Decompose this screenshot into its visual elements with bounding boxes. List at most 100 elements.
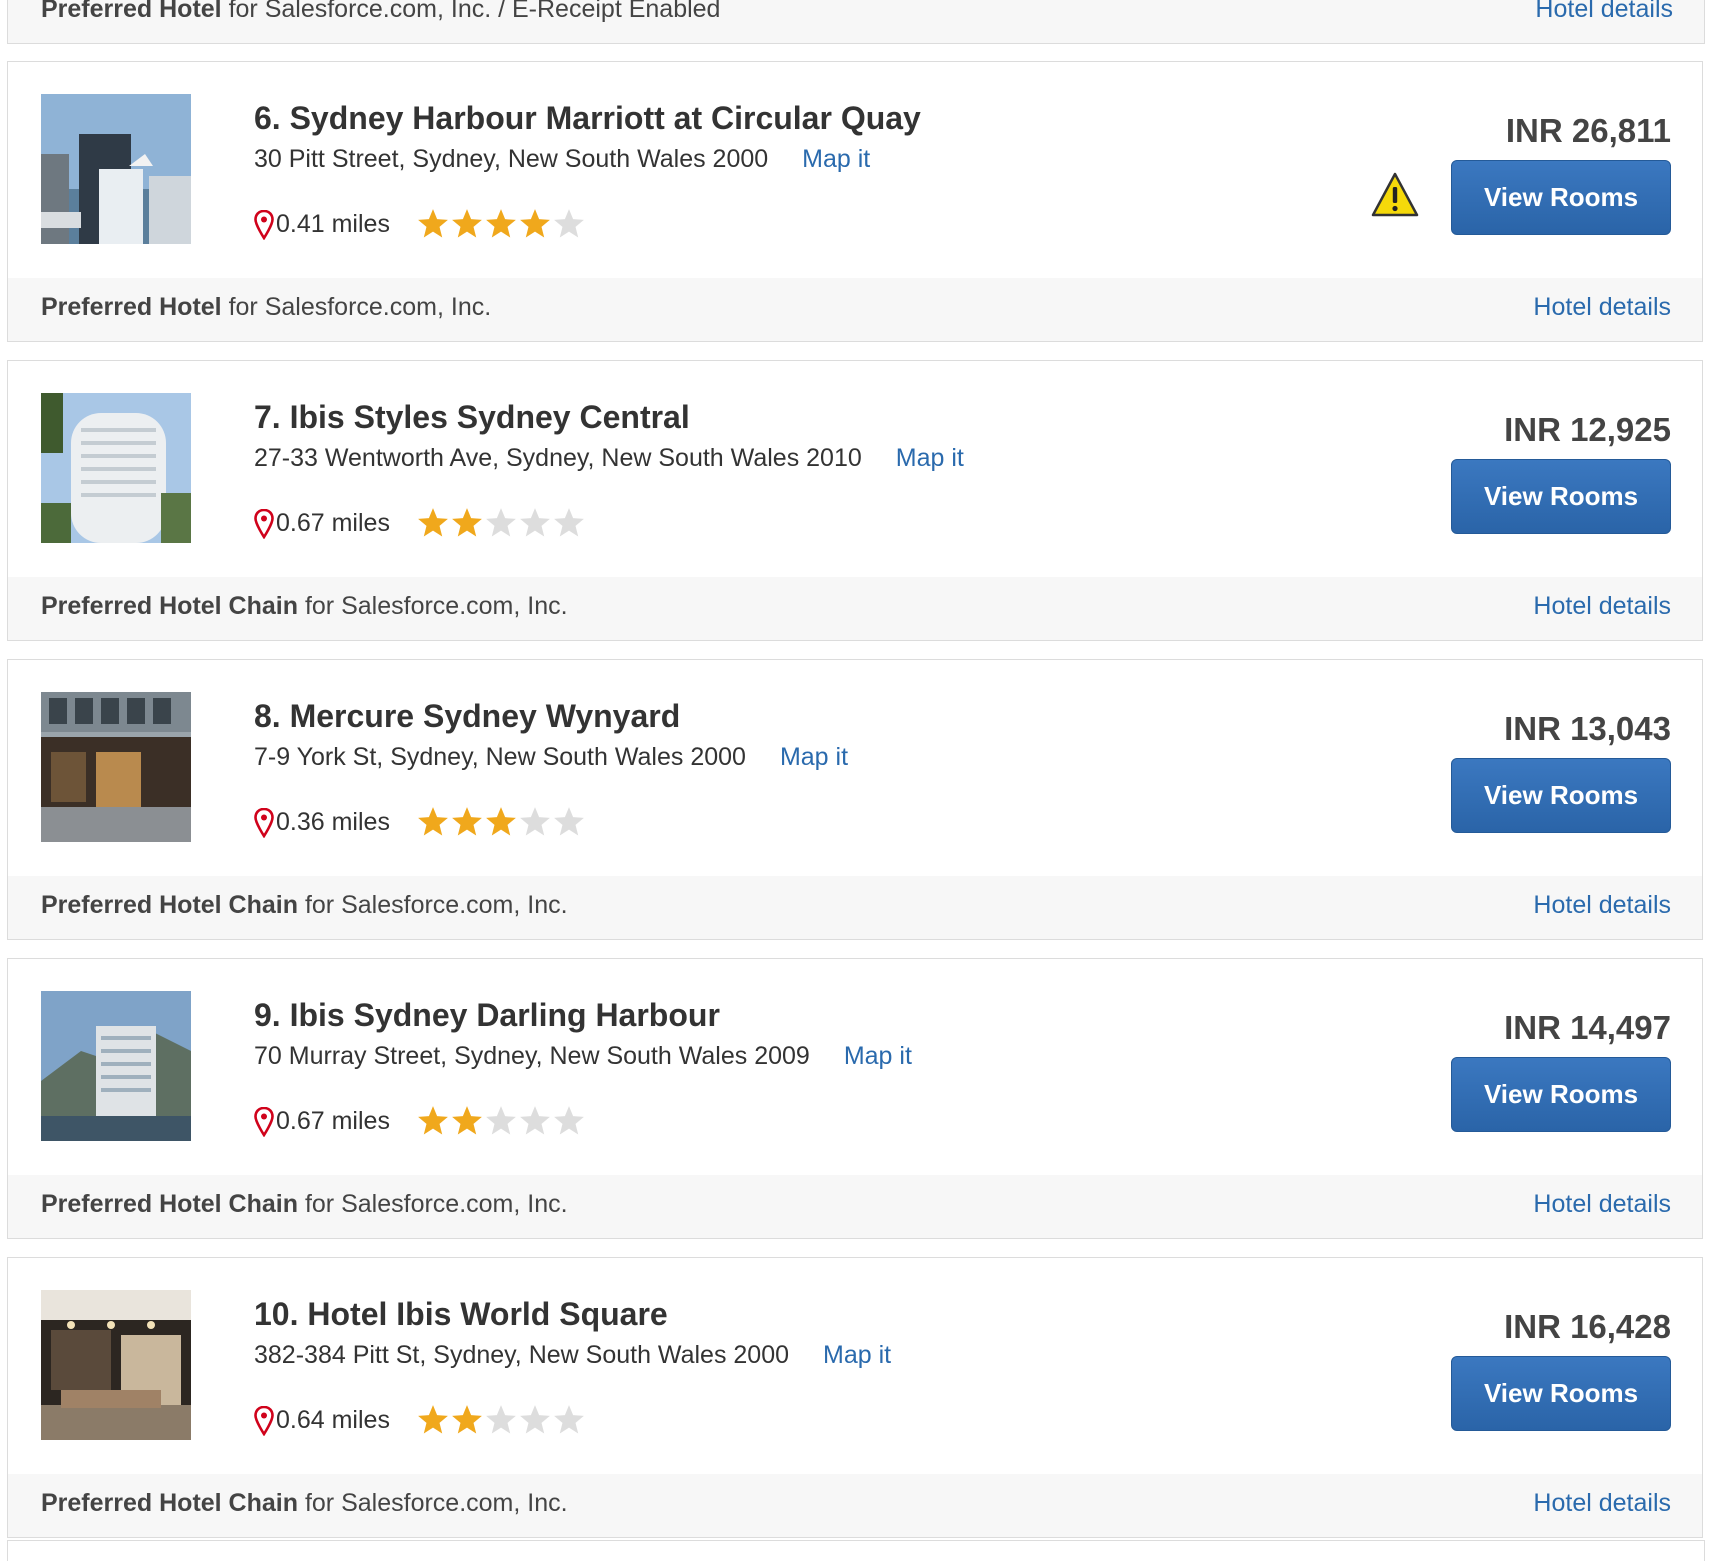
warning-icon[interactable]	[1370, 171, 1420, 219]
hotel-details-link[interactable]: Hotel details	[1533, 293, 1671, 322]
hotel-thumbnail[interactable]	[41, 1290, 191, 1440]
view-rooms-button[interactable]: View Rooms	[1451, 1057, 1671, 1132]
hotel-address-row: 30 Pitt Street, Sydney, New South Wales …	[254, 145, 870, 174]
map-pin-icon	[254, 1406, 274, 1436]
hotel-card-next	[7, 1540, 1705, 1561]
hotel-address-row: 7-9 York St, Sydney, New South Wales 200…	[254, 743, 848, 772]
hotel-thumbnail[interactable]	[41, 991, 191, 1141]
star-icon	[554, 1106, 584, 1135]
hotel-details-link[interactable]: Hotel details	[1535, 0, 1673, 24]
hotel-card-footer: Preferred Hotel Chain for Salesforce.com…	[8, 577, 1702, 640]
star-icon	[418, 209, 448, 238]
hotel-thumbnail[interactable]	[41, 692, 191, 842]
star-icon	[418, 1405, 448, 1434]
hotel-distance: 0.67 miles	[276, 508, 390, 537]
star-rating	[416, 506, 586, 540]
hotel-card: 6. Sydney Harbour Marriott at Circular Q…	[7, 61, 1703, 342]
hotel-price: INR 26,811	[1505, 112, 1671, 149]
hotel-address: 382-384 Pitt St, Sydney, New South Wales…	[254, 1341, 790, 1369]
hotel-card-footer: Preferred Hotel for Salesforce.com, Inc.…	[7, 0, 1705, 44]
star-icon	[520, 1405, 550, 1434]
hotel-details-link[interactable]: Hotel details	[1533, 891, 1671, 920]
hotel-address: 27-33 Wentworth Ave, Sydney, New South W…	[254, 444, 862, 472]
star-icon	[520, 209, 550, 238]
hotel-card-footer: Preferred Hotel Chain for Salesforce.com…	[8, 876, 1702, 939]
map-it-link[interactable]: Map it	[844, 1042, 912, 1070]
hotel-details-link[interactable]: Hotel details	[1533, 592, 1671, 621]
star-icon	[418, 508, 448, 537]
hotel-card: 7. Ibis Styles Sydney Central 27-33 Went…	[7, 360, 1703, 641]
map-it-link[interactable]: Map it	[896, 444, 964, 472]
map-pin-icon	[254, 808, 274, 838]
hotel-distance: 0.64 miles	[276, 1405, 390, 1434]
hotel-card-footer: Preferred Hotel for Salesforce.com, Inc.…	[8, 278, 1702, 341]
hotel-name[interactable]: 10. Hotel Ibis World Square	[254, 1296, 668, 1333]
hotel-details-link[interactable]: Hotel details	[1533, 1489, 1671, 1518]
star-icon	[452, 807, 482, 836]
hotel-card: 10. Hotel Ibis World Square 382-384 Pitt…	[7, 1257, 1703, 1538]
hotel-distance: 0.67 miles	[276, 1106, 390, 1135]
hotel-distance-row: 0.36 miles	[254, 800, 586, 844]
view-rooms-button[interactable]: View Rooms	[1451, 160, 1671, 235]
star-icon	[486, 807, 516, 836]
hotel-details-link[interactable]: Hotel details	[1533, 1190, 1671, 1219]
star-icon	[486, 508, 516, 537]
view-rooms-button[interactable]: View Rooms	[1451, 459, 1671, 534]
hotel-photo	[41, 692, 191, 842]
star-icon	[486, 209, 516, 238]
map-it-link[interactable]: Map it	[823, 1341, 891, 1369]
view-rooms-button[interactable]: View Rooms	[1451, 758, 1671, 833]
hotel-name[interactable]: 6. Sydney Harbour Marriott at Circular Q…	[254, 100, 921, 137]
hotel-distance: 0.41 miles	[276, 209, 390, 238]
hotel-address: 7-9 York St, Sydney, New South Wales 200…	[254, 743, 746, 771]
star-icon	[520, 508, 550, 537]
map-pin-icon	[254, 210, 274, 240]
star-rating	[416, 1403, 586, 1437]
star-rating	[416, 1104, 586, 1138]
hotel-address-row: 27-33 Wentworth Ave, Sydney, New South W…	[254, 444, 964, 473]
preferred-label: Preferred Hotel Chain for Salesforce.com…	[41, 592, 568, 620]
hotel-distance-row: 0.67 miles	[254, 501, 586, 545]
star-icon	[418, 1106, 448, 1135]
map-pin-icon	[254, 509, 274, 539]
hotel-distance-row: 0.67 miles	[254, 1099, 586, 1143]
star-icon	[520, 807, 550, 836]
star-icon	[520, 1106, 550, 1135]
hotel-card-footer: Preferred Hotel Chain for Salesforce.com…	[8, 1474, 1702, 1537]
hotel-name[interactable]: 9. Ibis Sydney Darling Harbour	[254, 997, 720, 1034]
star-icon	[554, 508, 584, 537]
hotel-address-row: 70 Murray Street, Sydney, New South Wale…	[254, 1042, 912, 1071]
hotel-address-row: 382-384 Pitt St, Sydney, New South Wales…	[254, 1341, 891, 1370]
hotel-card-footer: Preferred Hotel Chain for Salesforce.com…	[8, 1175, 1702, 1238]
star-icon	[554, 209, 584, 238]
map-it-link[interactable]: Map it	[780, 743, 848, 771]
preferred-label: Preferred Hotel for Salesforce.com, Inc.…	[41, 0, 721, 23]
hotel-card: 9. Ibis Sydney Darling Harbour 70 Murray…	[7, 958, 1703, 1239]
hotel-name[interactable]: 8. Mercure Sydney Wynyard	[254, 698, 680, 735]
hotel-name[interactable]: 7. Ibis Styles Sydney Central	[254, 399, 690, 436]
star-icon	[452, 209, 482, 238]
preferred-label: Preferred Hotel for Salesforce.com, Inc.	[41, 293, 492, 321]
hotel-address: 30 Pitt Street, Sydney, New South Wales …	[254, 145, 769, 173]
hotel-photo	[41, 1290, 191, 1440]
star-icon	[418, 807, 448, 836]
hotel-card: 8. Mercure Sydney Wynyard 7-9 York St, S…	[7, 659, 1703, 940]
star-icon	[554, 1405, 584, 1434]
hotel-distance-row: 0.41 miles	[254, 202, 586, 246]
map-it-link[interactable]: Map it	[802, 145, 870, 173]
hotel-address: 70 Murray Street, Sydney, New South Wale…	[254, 1042, 810, 1070]
hotel-thumbnail[interactable]	[41, 94, 191, 244]
star-icon	[486, 1106, 516, 1135]
hotel-price: INR 16,428	[1504, 1308, 1671, 1345]
hotel-photo	[41, 94, 191, 244]
star-icon	[486, 1405, 516, 1434]
star-icon	[452, 508, 482, 537]
hotel-distance: 0.36 miles	[276, 807, 390, 836]
view-rooms-button[interactable]: View Rooms	[1451, 1356, 1671, 1431]
hotel-thumbnail[interactable]	[41, 393, 191, 543]
star-icon	[452, 1106, 482, 1135]
hotel-photo	[41, 393, 191, 543]
star-rating	[416, 805, 586, 839]
hotel-distance-row: 0.64 miles	[254, 1398, 586, 1442]
hotel-price: INR 13,043	[1504, 710, 1671, 747]
